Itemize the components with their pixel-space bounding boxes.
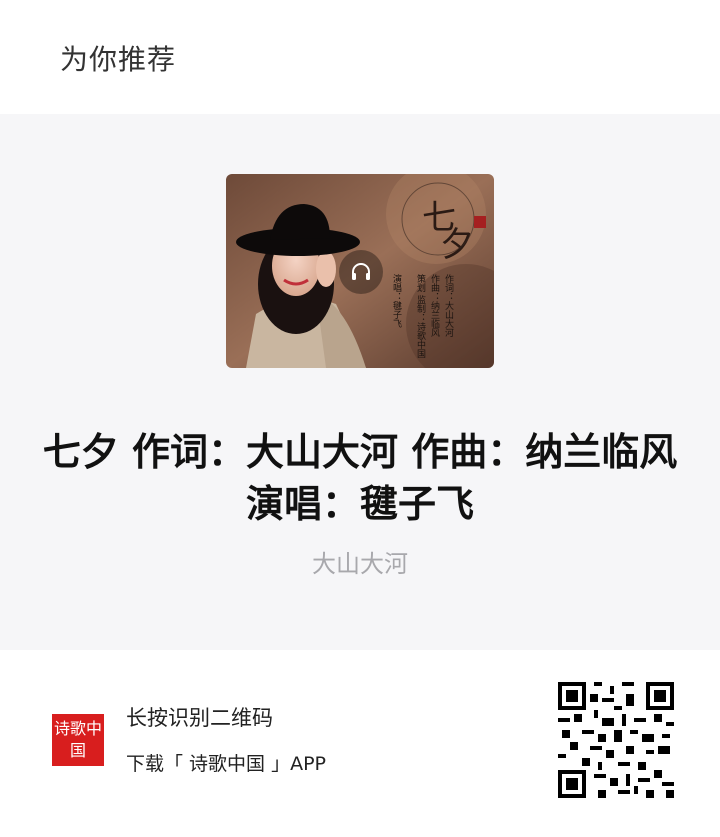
download-footer: 诗歌中国 长按识别二维码 下载「 诗歌中国 」APP [0,650,720,837]
recommended-song-card[interactable]: 七 夕 作词：大山大河 作曲：纳兰临风 策划 监制：诗歌中国 演唱：毽子飞 七夕… [0,114,720,650]
song-title[interactable]: 七夕 作词：大山大河 作曲：纳兰临风 演唱：毽子飞 [40,426,680,530]
svg-text:作曲：纳兰临风: 作曲：纳兰临风 [429,273,440,338]
app-logo: 诗歌中国 [52,714,104,766]
svg-text:策划 监制：诗歌中国: 策划 监制：诗歌中国 [415,273,426,359]
section-title: 为你推荐 [60,43,177,76]
svg-text:演唱：毽子飞: 演唱：毽子飞 [391,273,402,328]
qr-code-icon[interactable] [558,682,674,798]
recommend-header: 为你推荐 [0,0,720,114]
svg-text:作词：大山大河: 作词：大山大河 [443,273,454,337]
song-cover[interactable]: 七 夕 作词：大山大河 作曲：纳兰临风 策划 监制：诗歌中国 演唱：毽子飞 [226,174,494,368]
author-name[interactable]: 大山大河 [0,544,720,579]
download-app-text: 下载「 诗歌中国 」APP [126,753,326,775]
svg-text:夕: 夕 [440,225,474,265]
headphones-icon-glyph [352,263,370,280]
qr-hint-text: 长按识别二维码 [126,706,273,730]
headphones-icon[interactable] [339,250,383,294]
logo-text: 诗歌中国 [53,719,102,760]
